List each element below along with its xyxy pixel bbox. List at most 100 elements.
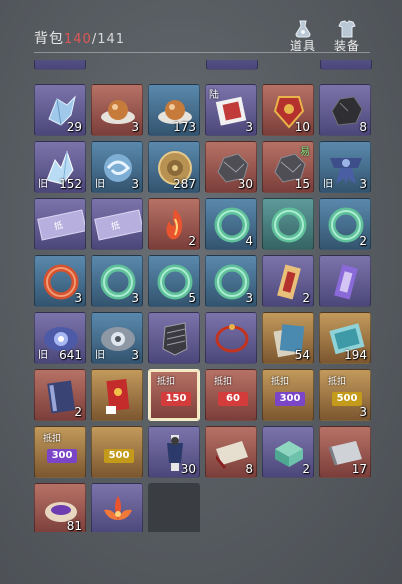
tab-equipment[interactable]: 装备 [324,20,370,53]
coupon-card-label: 抵 [110,220,122,233]
bound-marker: 旧 [38,350,48,361]
inventory-slot[interactable]: 陆3 [205,84,257,136]
inventory-slot[interactable]: 旧3 [91,141,143,193]
item-quantity: 287 [173,177,196,191]
coupon-500-icon: 500 [104,449,134,463]
inventory-slot[interactable]: 29 [34,84,86,136]
inventory-slot[interactable]: 3 [205,255,257,307]
item-quantity: 4 [245,234,253,248]
inventory-slot[interactable]: 30 [205,141,257,193]
inventory-slot-partial[interactable] [320,60,372,70]
item-quantity: 30 [180,462,196,476]
inventory-slot[interactable]: 3 [91,84,143,136]
inventory-slot[interactable] [91,483,143,532]
coupon-60-icon: 60 [218,392,248,406]
item-quantity: 8 [245,462,253,476]
coupon-150-icon: 150 [161,392,191,406]
inventory-slot[interactable]: 旧 152 [34,141,86,193]
item-quantity: 5 [188,291,196,305]
inventory-slot[interactable]: 17 [319,426,371,478]
inventory-slot[interactable]: 抵扣 60 [205,369,257,421]
inventory-slot[interactable]: 5 [148,255,200,307]
item-quantity: 3 [131,348,139,362]
inventory-grid[interactable]: 29 3 173 陆 3 10 8 旧 152 旧 3 287 30 易 15 旧 3 抵抵 2 4 2 3 3 5 3 2 旧 64… [34,60,374,532]
item-quantity: 10 [294,120,310,134]
inventory-slot[interactable]: 易 15 [262,141,314,193]
inventory-slot[interactable]: 抵扣 500 3 [319,369,371,421]
inventory-slot[interactable]: 8 [319,84,371,136]
inventory-slot[interactable]: 抵扣 150 [148,369,200,421]
inventory-slot[interactable]: 194 [319,312,371,364]
bag-capacity: /141 [91,32,126,47]
lotus-icon [104,496,132,520]
inventory-slot[interactable]: 8 [205,426,257,478]
item-quantity: 3 [131,120,139,134]
jade-ring-icon [271,207,307,243]
coupon-500-icon: 500 [332,392,362,406]
item-quantity: 3 [359,177,367,191]
inventory-slot[interactable]: 4 [205,198,257,250]
inventory-slot[interactable]: 173 [148,84,200,136]
inventory-slot[interactable] [319,255,371,307]
inventory-slot[interactable]: 2 [262,255,314,307]
item-quantity: 17 [351,462,367,476]
purple-tag-icon [334,264,358,300]
inventory-slot[interactable] [262,198,314,250]
item-quantity: 81 [66,519,82,532]
red-envelope-icon [106,379,130,414]
item-quantity: 641 [59,348,82,362]
bound-marker: 旧 [95,179,105,190]
inventory-slot[interactable]: 旧 641 [34,312,86,364]
inventory-slot[interactable]: 抵 [91,198,143,250]
inventory-slot[interactable]: 30 [148,426,200,478]
inventory-slot-partial[interactable] [34,60,86,70]
item-quantity: 2 [74,405,82,419]
inventory-slot[interactable] [205,312,257,364]
header-divider [34,52,370,53]
bound-marker: 旧 [95,350,105,361]
inventory-slot[interactable]: 旧3 [91,312,143,364]
armor-piece-icon [162,322,188,356]
item-quantity: 2 [302,291,310,305]
inventory-slot[interactable] [91,369,143,421]
item-quantity: 3 [245,120,253,134]
inventory-slot-partial[interactable] [206,60,258,70]
inventory-slot[interactable]: 旧3 [319,141,371,193]
item-quantity: 2 [188,234,196,248]
inventory-slot[interactable]: 81 [34,483,86,532]
bag-header: 背包140/141 道具 装备 [34,20,370,56]
bound-marker: 旧 [323,179,333,190]
item-quantity: 2 [302,462,310,476]
item-quantity: 152 [59,177,82,191]
item-quantity: 30 [237,177,253,191]
item-quantity: 3 [245,291,253,305]
item-quantity: 54 [294,348,310,362]
inventory-slot[interactable]: 2 [34,369,86,421]
inventory-slot[interactable]: 抵 [34,198,86,250]
inventory-slot[interactable]: 54 [262,312,314,364]
inventory-slot[interactable]: 3 [91,255,143,307]
item-quantity: 29 [66,120,82,134]
tab-items[interactable]: 道具 [280,20,326,53]
inventory-slot[interactable]: 10 [262,84,314,136]
inventory-slot[interactable]: 3 [34,255,86,307]
inventory-slot[interactable]: 500 [91,426,143,478]
inventory-slot[interactable]: 抵扣 300 [34,426,86,478]
item-quantity: 194 [344,348,367,362]
red-bracelet-icon [215,324,249,353]
inventory-slot[interactable]: 287 [148,141,200,193]
inventory-slot[interactable] [148,312,200,364]
coupon-title: 抵扣 [328,377,347,387]
inventory-slot-empty[interactable] [148,483,200,532]
armor-icon [338,20,356,38]
bound-marker: 旧 [38,179,48,190]
inventory-slot[interactable]: 2 [319,198,371,250]
inventory-slot[interactable]: 2 [262,426,314,478]
inventory-slot[interactable]: 2 [148,198,200,250]
item-quantity: 8 [359,120,367,134]
coupon-title: 抵扣 [157,377,176,387]
item-quantity: 3 [131,291,139,305]
coupon-title: 抵扣 [214,377,233,387]
inventory-slot[interactable]: 抵扣 300 [262,369,314,421]
item-quantity: 3 [359,405,367,419]
